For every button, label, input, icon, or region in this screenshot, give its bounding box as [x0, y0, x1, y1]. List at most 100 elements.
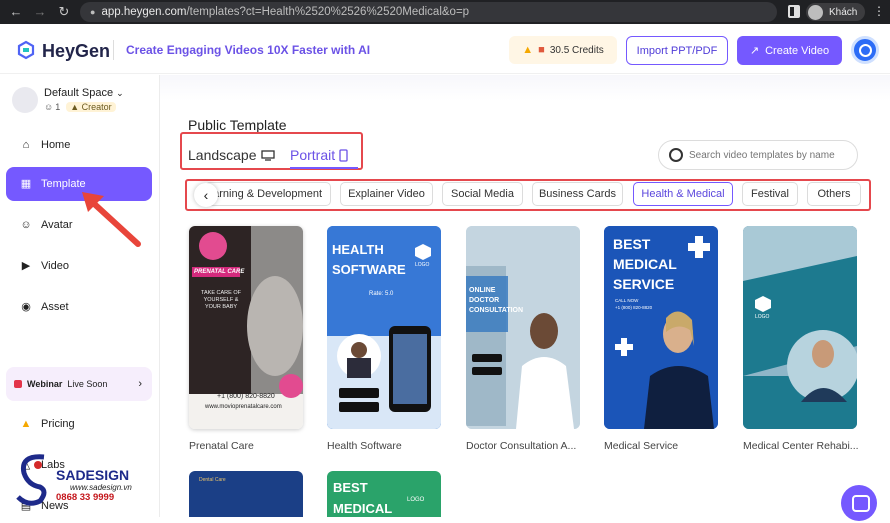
profile-name: Khách	[829, 6, 858, 18]
thumb-title: HEALTH	[332, 242, 384, 257]
webinar-banner[interactable]: Webinar Live Soon ›	[6, 367, 152, 401]
chevron-right-icon: ›	[138, 378, 142, 390]
template-card[interactable]: BEST MEDICAL LOGO	[327, 471, 441, 517]
template-name[interactable]: Health Software	[327, 440, 445, 452]
gift-icon: ■	[538, 44, 545, 56]
sidebar-item-label: Asset	[41, 301, 69, 313]
template-icon: ▦	[20, 178, 32, 190]
webinar-title: Webinar	[27, 379, 63, 389]
category-chip-selected[interactable]: Health & Medical	[633, 182, 733, 206]
thumb-title: Dental Care	[199, 477, 226, 483]
heygen-logo-icon[interactable]	[16, 40, 36, 60]
template-search[interactable]	[658, 140, 858, 170]
address-bar[interactable]: ● app.heygen.com/templates?ct=Health%252…	[80, 2, 777, 22]
profile-chip[interactable]: Khách	[806, 3, 866, 21]
sidebar-item-pricing[interactable]: ▲ Pricing	[6, 407, 152, 441]
video-icon: ▶	[21, 260, 31, 272]
chat-support-button[interactable]	[841, 485, 877, 521]
create-video-label: Create Video	[765, 44, 830, 57]
sidebar-item-asset[interactable]: ◉ Asset	[6, 290, 152, 324]
chevron-left-icon[interactable]: ‹	[194, 183, 218, 207]
tab-label: Portrait	[290, 147, 336, 163]
cursor-icon: ↗	[749, 45, 760, 57]
watermark-phone: 0868 33 9999	[56, 492, 115, 503]
browser-menu-icon[interactable]: ⋮	[873, 4, 885, 18]
template-thumbnail	[466, 226, 580, 429]
annotation-arrow	[82, 192, 141, 247]
thumb-rating: Rate: 5.0	[369, 291, 394, 297]
category-chip[interactable]: Explainer Video	[340, 182, 433, 206]
category-chip[interactable]: Others	[807, 182, 861, 206]
chevron-down-icon: ⌄	[116, 88, 124, 98]
coin-icon: ▲	[522, 44, 534, 56]
thumb-title: ONLINE DOCTOR CONSULTATION	[469, 287, 524, 314]
app-header: HeyGen Create Engaging Videos 10X Faster…	[0, 24, 890, 74]
template-card[interactable]: LOGO	[743, 226, 857, 429]
section-title: Public Template	[188, 117, 287, 133]
thumb-title: MEDICAL	[333, 501, 393, 516]
category-chip[interactable]: Business Cards	[532, 182, 623, 206]
template-name[interactable]: Medical Center Rehabi...	[743, 440, 861, 452]
url-host: app.heygen.com	[101, 6, 187, 18]
space-avatar[interactable]	[12, 87, 38, 113]
template-name[interactable]: Doctor Consultation A...	[466, 440, 584, 452]
space-meta: ☺ 1 ▲ Creator	[44, 102, 116, 112]
phone-icon	[339, 148, 348, 162]
thumb-title: MEDICAL	[613, 256, 677, 272]
thumb-logo: LOGO	[407, 497, 425, 503]
space-switcher[interactable]: Default Space ⌄	[44, 87, 124, 99]
reload-icon[interactable]: ↻	[52, 4, 76, 20]
template-name[interactable]: Prenatal Care	[189, 440, 307, 452]
header-divider	[113, 40, 114, 60]
tab-portrait[interactable]: Portrait	[290, 147, 348, 163]
template-name[interactable]: Medical Service	[604, 440, 722, 452]
back-icon[interactable]: ←	[4, 4, 28, 19]
side-panel-icon[interactable]	[788, 5, 800, 18]
forward-icon[interactable]: →	[28, 4, 52, 19]
role-label: Creator	[81, 102, 112, 112]
tab-underline	[290, 167, 358, 169]
thumb-website: www.movioprenatalcare.com	[205, 404, 282, 410]
category-chip[interactable]: arning & Development	[205, 182, 331, 206]
sidebar-item-label: Pricing	[41, 418, 75, 430]
template-card[interactable]: HEALTH SOFTWARE LOGO Rate: 5.0	[327, 226, 441, 429]
tagline: Create Engaging Videos 10X Faster with A…	[126, 43, 371, 57]
thumb-title: SOFTWARE	[332, 262, 406, 277]
top-banner-fade	[160, 75, 890, 101]
thumb-phone: +1 (800) 820-8820	[217, 393, 275, 400]
template-thumbnail	[743, 226, 857, 429]
import-ppt-button[interactable]: Import PPT/PDF	[626, 36, 728, 65]
create-video-button[interactable]: ↗ Create Video	[737, 36, 842, 65]
lock-icon: ●	[90, 7, 96, 17]
thumb-logo: LOGO	[755, 314, 770, 320]
thumb-title: BEST	[333, 480, 368, 495]
home-icon: ⌂	[22, 139, 30, 151]
webinar-status: Live Soon	[67, 379, 108, 389]
template-card[interactable]: PRENATAL CARE TAKE CARE OF YOURSELF & YO…	[189, 226, 303, 429]
sidebar-item-home[interactable]: ⌂ Home	[6, 128, 152, 162]
monitor-icon	[260, 149, 275, 161]
avatar-icon: ☺	[20, 219, 32, 231]
watermark-brand: SADESIGN	[56, 467, 130, 483]
members-icon: ☺	[44, 102, 54, 112]
user-avatar[interactable]	[851, 36, 879, 64]
template-card[interactable]: BEST MEDICAL SERVICE CALL NOW +1 (800) 8…	[604, 226, 718, 429]
profile-avatar-icon	[808, 4, 823, 20]
pricing-icon: ▲	[20, 418, 32, 430]
main-content: Public Template Landscape Portrait arnin…	[160, 75, 890, 517]
search-input[interactable]	[689, 149, 849, 161]
credits-label: 30.5 Credits	[549, 44, 604, 56]
tab-landscape[interactable]: Landscape	[188, 147, 275, 163]
sidebar-item-video[interactable]: ▶ Video	[6, 249, 152, 283]
sidebar-item-label: Avatar	[41, 219, 73, 231]
category-chip[interactable]: Festival	[742, 182, 798, 206]
template-card[interactable]: Dental Care	[189, 471, 303, 517]
template-card[interactable]: ONLINE DOCTOR CONSULTATION	[466, 226, 580, 429]
logo-text[interactable]: HeyGen	[42, 41, 110, 62]
browser-toolbar: ← → ↻ ● app.heygen.com/templates?ct=Heal…	[0, 0, 890, 24]
thumb-logo: LOGO	[415, 262, 430, 268]
thumb-title: SERVICE	[613, 276, 675, 292]
category-chip[interactable]: Social Media	[442, 182, 523, 206]
credits-badge[interactable]: ▲ ■ 30.5 Credits	[509, 36, 617, 64]
thumb-heading: PRENATAL CARE	[194, 269, 245, 275]
